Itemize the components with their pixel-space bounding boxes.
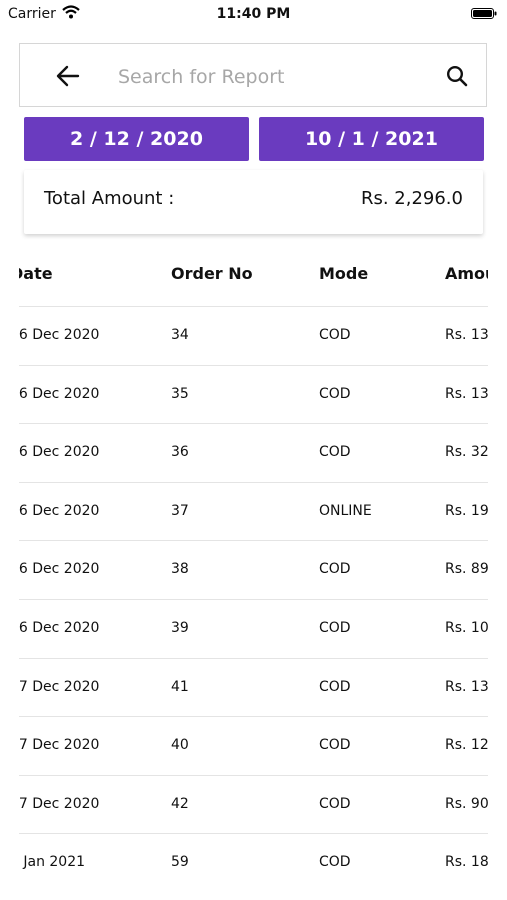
cell-amount: Rs. 132 <box>445 327 488 343</box>
cell-order-no: 38 <box>171 561 189 578</box>
table-row[interactable]: 16 Dec 2020 35 COD Rs. 132 <box>19 366 488 425</box>
cell-mode: COD <box>319 444 351 461</box>
cell-order-no: 34 <box>171 327 189 343</box>
cell-order-no: 40 <box>171 737 189 754</box>
cell-amount: Rs. 122 <box>445 737 488 754</box>
cell-date: 16 Dec 2020 <box>19 385 100 402</box>
cell-date: 16 Dec 2020 <box>19 327 100 343</box>
cell-date: 16 Dec 2020 <box>19 620 100 636</box>
cell-mode: COD <box>319 795 351 812</box>
header-order-no: Order No <box>171 264 253 283</box>
cell-date: 17 Dec 2020 <box>19 678 100 695</box>
cell-date: 17 Dec 2020 <box>19 795 100 812</box>
cell-mode: COD <box>319 854 351 871</box>
cell-amount: Rs. 132 <box>445 678 488 695</box>
battery-icon <box>471 8 497 19</box>
cell-mode: COD <box>319 620 351 636</box>
from-date-label: 2 / 12 / 2020 <box>70 128 203 150</box>
cell-order-no: 39 <box>171 620 189 636</box>
cell-order-no: 35 <box>171 385 189 402</box>
cell-date: 1 Jan 2021 <box>19 854 86 871</box>
status-time: 11:40 PM <box>216 6 291 22</box>
table-header: Date Order No Mode Amount <box>19 243 488 307</box>
status-bar: Carrier 11:40 PM <box>0 0 507 28</box>
arrow-left-icon[interactable] <box>56 65 80 87</box>
cell-amount: Rs. 100 <box>445 620 488 636</box>
cell-mode: COD <box>319 327 351 343</box>
table-row[interactable]: 17 Dec 2020 40 COD Rs. 122 <box>19 717 488 776</box>
from-date-button[interactable]: 2 / 12 / 2020 <box>24 117 249 161</box>
cell-date: 17 Dec 2020 <box>19 737 100 754</box>
cell-order-no: 42 <box>171 795 189 812</box>
total-amount-value: Rs. 2,296.0 <box>360 188 463 209</box>
to-date-button[interactable]: 10 / 1 / 2021 <box>259 117 484 161</box>
table-row[interactable]: 16 Dec 2020 39 COD Rs. 100 <box>19 600 488 659</box>
header-amount: Amount <box>445 264 488 283</box>
cell-mode: COD <box>319 385 351 402</box>
table-row[interactable]: 16 Dec 2020 37 ONLINE Rs. 191 <box>19 483 488 542</box>
table-row[interactable]: 17 Dec 2020 42 COD Rs. 90 <box>19 776 488 835</box>
cell-order-no: 41 <box>171 678 189 695</box>
to-date-label: 10 / 1 / 2021 <box>305 128 438 150</box>
cell-date: 16 Dec 2020 <box>19 502 100 519</box>
cell-amount: Rs. 191 <box>445 502 488 519</box>
cell-date: 16 Dec 2020 <box>19 561 100 578</box>
total-amount-card: Total Amount : Rs. 2,296.0 <box>24 170 483 234</box>
total-amount-label: Total Amount : <box>44 188 175 209</box>
report-table[interactable]: Date Order No Mode Amount 16 Dec 2020 34… <box>19 243 488 900</box>
cell-amount: Rs. 184 <box>445 854 488 871</box>
cell-date: 16 Dec 2020 <box>19 444 100 461</box>
table-row[interactable]: 16 Dec 2020 34 COD Rs. 132 <box>19 307 488 366</box>
search-bar <box>19 43 487 107</box>
header-date: Date <box>19 264 53 283</box>
cell-mode: COD <box>319 561 351 578</box>
cell-order-no: 36 <box>171 444 189 461</box>
header-mode: Mode <box>319 264 369 283</box>
cell-amount: Rs. 90 <box>445 795 488 812</box>
cell-amount: Rs. 89 <box>445 561 488 578</box>
table-row[interactable]: 16 Dec 2020 36 COD Rs. 327 <box>19 424 488 483</box>
cell-mode: ONLINE <box>319 502 372 519</box>
table-row[interactable]: 1 Jan 2021 59 COD Rs. 184 <box>19 834 488 893</box>
table-row[interactable]: 16 Dec 2020 38 COD Rs. 89 <box>19 541 488 600</box>
cell-amount: Rs. 327 <box>445 444 488 461</box>
cell-order-no: 59 <box>171 854 189 871</box>
search-input[interactable] <box>116 60 420 94</box>
table-row[interactable]: 17 Dec 2020 41 COD Rs. 132 <box>19 659 488 718</box>
cell-mode: COD <box>319 678 351 695</box>
cell-amount: Rs. 132 <box>445 385 488 402</box>
cell-order-no: 37 <box>171 502 189 519</box>
search-icon[interactable] <box>446 65 468 87</box>
cell-mode: COD <box>319 737 351 754</box>
